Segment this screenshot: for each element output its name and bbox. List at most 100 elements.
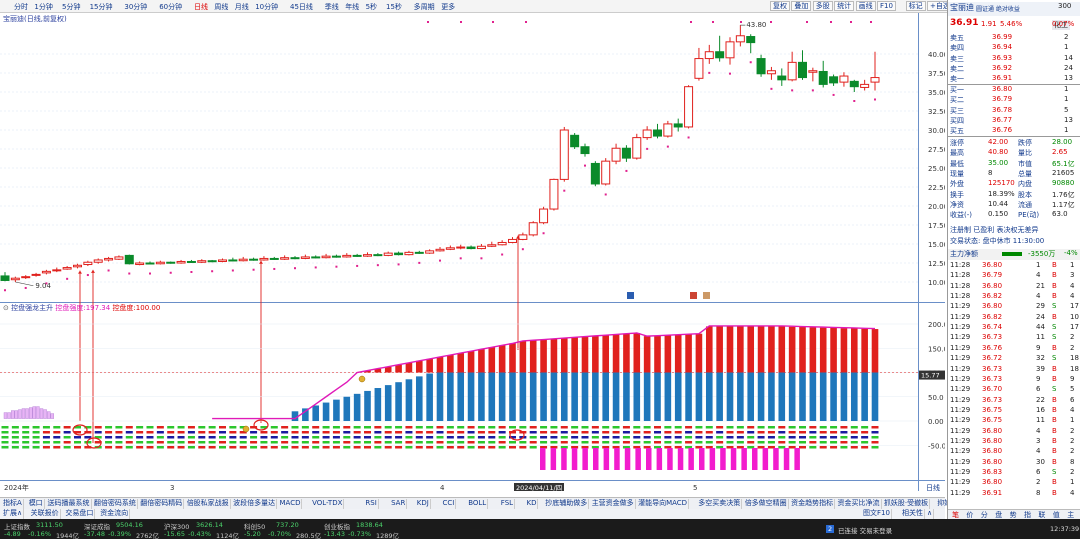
tool-4[interactable]: 画线 (855, 1, 876, 11)
extra-tab-0[interactable]: 扩展∧ (2, 509, 25, 519)
indicator-tab-0[interactable]: 指标A (2, 499, 24, 509)
band-dash (830, 446, 838, 449)
band-dash (384, 436, 392, 439)
period-1[interactable]: 1分钟 (34, 2, 52, 12)
blue-bar (467, 372, 475, 421)
asks-row[interactable]: 卖二 36.92 24 (948, 64, 1080, 74)
indicator-tab-10[interactable]: SAR (390, 499, 408, 509)
indicator-tab-3[interactable]: 翻倍密码系统 (93, 499, 138, 509)
indicator-tab-16[interactable]: 抄底辅助做多 (544, 499, 590, 509)
period-12[interactable]: 年线 (345, 2, 359, 12)
bids-row[interactable]: 买一 36.80 1 (948, 85, 1080, 95)
indicator-tab-20[interactable]: 倍多做空精圈 (744, 499, 789, 509)
stat-label: 现量 (950, 169, 964, 178)
tool-2[interactable]: 多股 (812, 1, 833, 11)
indicator-tab-8[interactable]: VOL-TDX (311, 499, 345, 509)
indicator-tab-19[interactable]: 多空买卖决策 (697, 499, 743, 509)
indicator-tab-14[interactable]: FSL (500, 499, 516, 509)
red-bar (861, 328, 868, 373)
asks-row[interactable]: 卖四 36.94 1 (948, 43, 1080, 53)
signal-dot (811, 89, 814, 92)
extra-tab-1[interactable]: 关联报价 (30, 509, 61, 519)
band-dash (861, 446, 869, 449)
tick-count: 4 (1070, 488, 1075, 497)
period-16[interactable]: 更多 (441, 2, 455, 12)
period-3[interactable]: 15分钟 (90, 2, 113, 12)
band-dash (705, 441, 713, 444)
conn-status[interactable]: 已连接 交易未登录 (838, 525, 892, 535)
period-4[interactable]: 30分钟 (124, 2, 147, 12)
tool-0[interactable]: 复权 (770, 1, 790, 11)
period-13[interactable]: 5秒 (366, 2, 377, 12)
indicator-tab-15[interactable]: KD (526, 499, 539, 509)
period-9[interactable]: 10分钟 (255, 2, 278, 12)
indicator-tab-22[interactable]: 资金买比净流 (837, 499, 882, 509)
indicator-tab-7[interactable]: MACD (279, 499, 303, 509)
tool-3[interactable]: 统计 (834, 1, 855, 11)
indicator-tab-13[interactable]: BOLL (467, 499, 489, 509)
indicator-tab-12[interactable]: CCI (442, 499, 457, 509)
band-dash (643, 431, 651, 434)
right-tab-1[interactable]: 相关性 (901, 509, 925, 519)
indicator-tab-23[interactable]: 抓妖股·受撤板 (883, 499, 931, 509)
band-dash (11, 426, 19, 429)
extra-tab-3[interactable]: 资金流向 (99, 509, 131, 519)
tool-5[interactable]: F10 (877, 1, 896, 11)
period-14[interactable]: 15秒 (386, 2, 402, 12)
asks-row[interactable]: 卖一 36.91 13 (948, 74, 1080, 84)
band-dash (260, 436, 268, 439)
bids-row[interactable]: 买四 36.77 13 (948, 116, 1080, 126)
indicator-tab-11[interactable]: KDJ (416, 499, 431, 509)
indicator-tab-4[interactable]: 翻倍密码精码 (139, 499, 185, 509)
band-dash (343, 441, 351, 444)
period-15[interactable]: 多周期 (414, 2, 435, 12)
tool-1[interactable]: 叠加 (791, 1, 812, 11)
bids-row[interactable]: 买五 36.76 1 (948, 126, 1080, 136)
period-8[interactable]: 月线 (235, 2, 249, 12)
asks-row[interactable]: 卖五 36.99 2 (948, 33, 1080, 43)
candle-body (269, 257, 279, 260)
bids-row[interactable]: 买三 36.78 5 (948, 106, 1080, 116)
candle-body (280, 257, 290, 260)
indicator-tab-6[interactable]: 波段倍多量达 (232, 499, 278, 509)
bids-row[interactable]: 买二 36.79 1 (948, 95, 1080, 105)
indicator-tab-21[interactable]: 资金趋势指标 (790, 499, 836, 509)
blue-bar (384, 385, 392, 421)
band-dash (374, 446, 382, 449)
right-tab-0[interactable]: 图文F10 (862, 509, 892, 519)
tick-time: 11:28 (950, 261, 971, 269)
period-7[interactable]: 周线 (214, 2, 228, 12)
indicator-tab-2[interactable]: 送码播最系统 (47, 499, 92, 509)
level-price: 36.76 (992, 126, 1013, 135)
indicator-tab-9[interactable]: RSI (364, 499, 379, 509)
right-tab-2[interactable]: ∧ (926, 509, 935, 519)
band-dash (74, 441, 81, 444)
kline-chart-area[interactable]: 40.0037.5035.0032.5030.0027.5025.0022.50… (0, 13, 948, 492)
indicator-tab-18[interactable]: 灌能导向MACD (637, 499, 690, 509)
band-dash (477, 426, 485, 429)
asks-row[interactable]: 卖三 36.93 14 (948, 54, 1080, 64)
indicator-tab-1[interactable]: 模口 (28, 499, 45, 509)
stat-value: 42.00 (988, 138, 1009, 146)
band-dash (778, 436, 786, 439)
period-6[interactable]: 日线 (194, 2, 208, 12)
band-dash (819, 436, 827, 439)
tick-count: 1 (1070, 478, 1075, 487)
period-0[interactable]: 分时 (14, 2, 28, 12)
period-2[interactable]: 5分钟 (62, 2, 80, 12)
band-dash (436, 446, 444, 449)
period-11[interactable]: 季线 (325, 2, 339, 12)
indicator-icon[interactable]: ⊙ (3, 304, 9, 312)
red-bar (726, 326, 734, 373)
indicator-tab-5[interactable]: 倍股私家战报 (186, 499, 231, 509)
red-bar (757, 326, 765, 373)
indicator-tab-17[interactable]: 主营资金做多 (591, 499, 636, 509)
tool-6[interactable]: 标记 (905, 1, 926, 11)
tick-row: 11:29 36.75 11 B 1 (948, 416, 1080, 426)
band-dash (633, 431, 641, 434)
band-dash (519, 426, 527, 429)
band-dash (301, 446, 309, 449)
period-5[interactable]: 60分钟 (159, 2, 182, 12)
extra-tab-2[interactable]: 交易盘口 (64, 509, 96, 519)
period-10[interactable]: 45日线 (290, 2, 313, 12)
